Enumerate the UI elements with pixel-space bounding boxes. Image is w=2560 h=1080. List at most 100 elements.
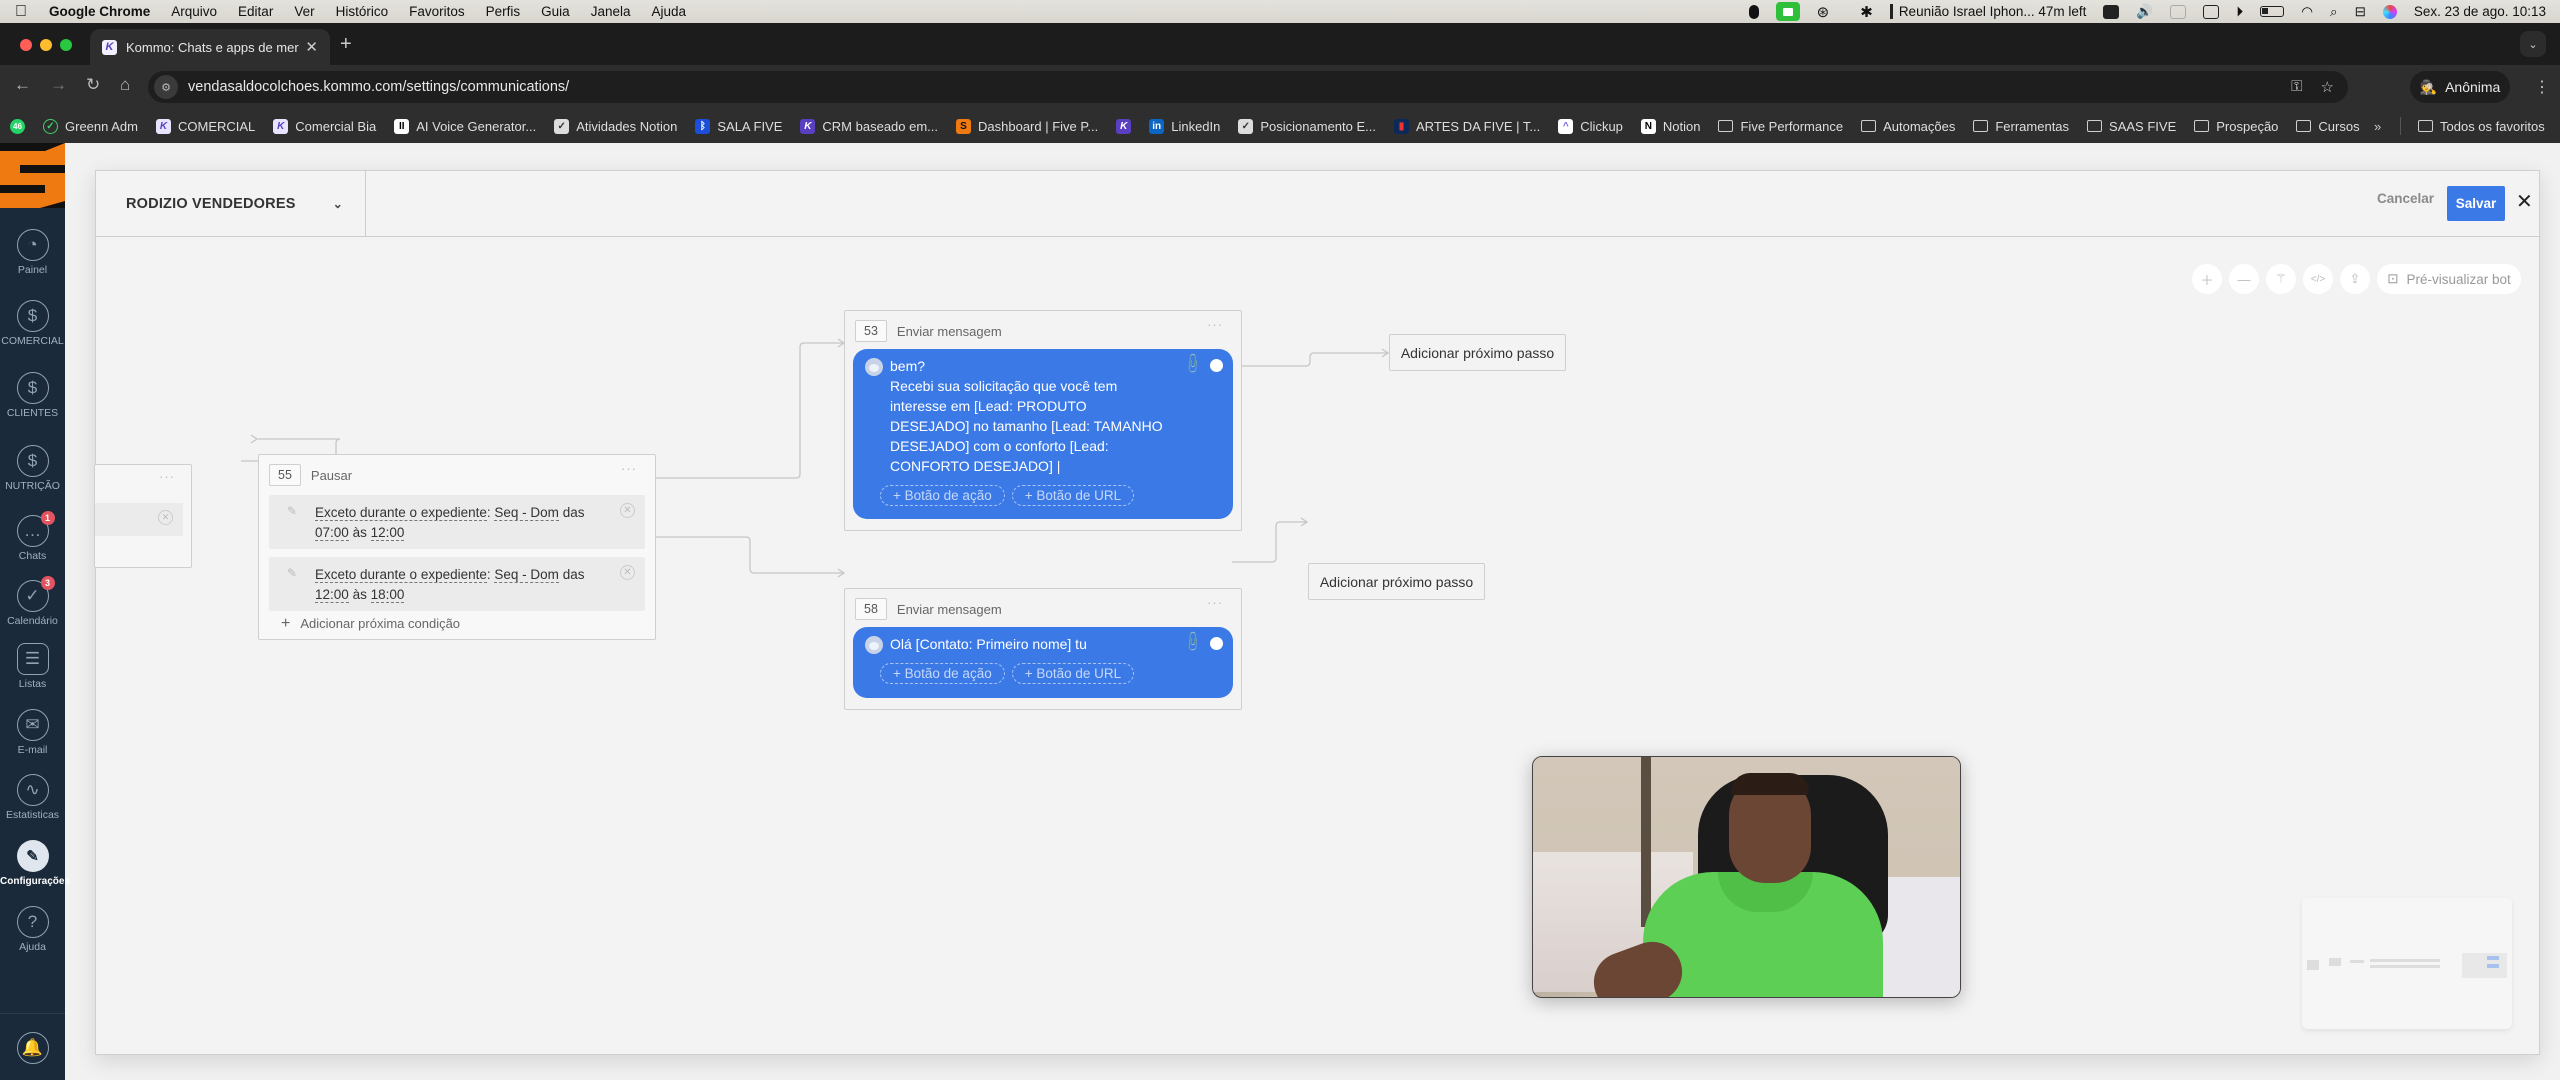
bookmark-atividades-notion[interactable]: ✓ Atividades Notion — [554, 118, 677, 134]
drive-icon[interactable] — [2103, 4, 2120, 19]
sidebar-item-email[interactable]: ✉ E-mail — [0, 709, 65, 756]
browser-tab-kommo[interactable]: K Kommo: Chats e apps de mer ✕ — [90, 29, 330, 65]
back-arrow-icon[interactable]: ← — [14, 75, 31, 95]
remove-condition-icon[interactable]: ✕ — [620, 565, 635, 580]
address-bar[interactable]: ⚙ vendasaldocolchoes.kommo.com/settings/… — [148, 71, 2348, 103]
bookmark-folder-automacoes[interactable]: Automações — [1861, 119, 1955, 134]
add-action-button[interactable]: + Botão de ação — [880, 663, 1005, 684]
bookmark-ai-voice[interactable]: II AI Voice Generator... — [394, 118, 536, 134]
incognito-profile-button[interactable]: 🕵 Anônima — [2410, 71, 2510, 103]
condition-from-time[interactable]: 12:00 — [315, 587, 349, 603]
menu-historico[interactable]: Histórico — [336, 4, 389, 19]
sidebar-item-ajuda[interactable]: ? Ajuda — [0, 906, 65, 953]
battery-icon[interactable] — [2260, 6, 2285, 17]
siri-icon[interactable] — [2382, 4, 2397, 19]
condition-days[interactable]: Seq - Dom — [494, 567, 559, 583]
company-logo[interactable] — [0, 143, 65, 208]
node-menu-icon[interactable]: ··· — [1207, 595, 1223, 610]
output-port[interactable] — [1210, 637, 1223, 650]
menu-perfis[interactable]: Perfis — [486, 4, 521, 19]
condition-days[interactable]: Seq - Dom — [494, 505, 559, 521]
remove-condition-icon[interactable]: ✕ — [620, 503, 635, 518]
sidebar-item-estatisticas[interactable]: ∿ Estatisticas — [0, 774, 65, 821]
bookmark-greenn-adm[interactable]: ✓ Greenn Adm — [43, 118, 138, 134]
tab-close-icon[interactable]: ✕ — [305, 38, 318, 56]
export-button[interactable]: ⇪ — [2340, 264, 2370, 294]
zoom-in-button[interactable]: ＋ — [2192, 264, 2222, 294]
message-text[interactable]: bem? Recebi sua solicitação que você tem… — [890, 356, 1163, 476]
remove-condition-icon[interactable]: ✕ — [158, 510, 173, 525]
sidebar-item-comercial[interactable]: $ COMERCIAL — [0, 300, 65, 347]
menu-ver[interactable]: Ver — [294, 4, 314, 19]
bookmark-artes-five[interactable]: ▮ ARTES DA FIVE | T... — [1394, 118, 1540, 134]
add-url-button[interactable]: + Botão de URL — [1011, 663, 1135, 684]
menu-ajuda[interactable]: Ajuda — [651, 4, 686, 19]
bookmark-comercial[interactable]: K COMERCIAL — [156, 118, 255, 134]
message-text[interactable]: Olá [Contato: Primeiro nome] tu — [890, 634, 1087, 654]
volume-icon[interactable]: 🔊 — [2136, 4, 2153, 20]
forward-arrow-icon[interactable]: → — [50, 75, 67, 95]
bookmark-folder-saas-five[interactable]: SAAS FIVE — [2087, 119, 2176, 134]
send-message-node-58[interactable]: 58 Enviar mensagem ··· Olá [Contato: Pri… — [844, 588, 1242, 710]
recording-icon[interactable] — [1748, 4, 1759, 19]
pencil-icon[interactable]: ✎ — [287, 504, 297, 518]
bookmark-all-favorites[interactable]: Todos os favoritos — [2418, 119, 2545, 134]
bookmark-whatsapp[interactable]: 46 — [10, 118, 25, 134]
webcam-video-overlay[interactable] — [1532, 756, 1961, 998]
wifi-icon[interactable]: ◠ — [2301, 4, 2313, 20]
sidebar-item-painel[interactable]: ◔ Painel — [0, 229, 65, 276]
code-button[interactable]: </> — [2303, 264, 2333, 294]
bookmark-linkedin[interactable]: in LinkedIn — [1149, 118, 1220, 134]
menu-arquivo[interactable]: Arquivo — [171, 4, 217, 19]
canvas-minimap[interactable] — [2302, 898, 2512, 1029]
add-next-step-button[interactable]: Adicionar próximo passo — [1389, 334, 1566, 371]
add-action-button[interactable]: + Botão de ação — [880, 485, 1005, 506]
notifications-bell[interactable]: 🔔 — [0, 1013, 65, 1067]
message-bubble[interactable]: Olá [Contato: Primeiro nome] tu 📎 + Botã… — [853, 627, 1233, 698]
window-close-button[interactable] — [20, 39, 32, 51]
partial-flow-node[interactable]: ··· ✕ — [94, 464, 192, 568]
save-button[interactable]: Salvar — [2447, 186, 2505, 221]
pencil-icon[interactable]: ✎ — [287, 566, 297, 580]
bookmarks-overflow-button[interactable]: » — [2374, 119, 2381, 134]
magic-wand-button[interactable]: ⚚ — [2266, 264, 2296, 294]
output-port[interactable] — [1210, 359, 1223, 372]
menu-guia[interactable]: Guia — [541, 4, 570, 19]
control-center-icon[interactable]: ⊟ — [2355, 4, 2366, 20]
bookmark-folder-cursos[interactable]: Cursos — [2296, 119, 2360, 134]
site-info-icon[interactable]: ⚙ — [154, 75, 178, 99]
sidebar-item-chats[interactable]: … 1 Chats — [0, 511, 65, 562]
condition-from-time[interactable]: 07:00 — [315, 525, 349, 541]
sidebar-item-calendario[interactable]: ✓ 3 Calendário — [0, 576, 65, 627]
preview-bot-button[interactable]: ⊡ Pré-visualizar bot — [2377, 264, 2521, 294]
creative-cloud-icon[interactable]: ⊛ — [1817, 3, 1830, 21]
bookmark-folder-ferramentas[interactable]: Ferramentas — [1973, 119, 2069, 134]
url-text[interactable]: vendasaldocolchoes.kommo.com/settings/co… — [188, 79, 569, 95]
condition-to-time[interactable]: 18:00 — [370, 587, 405, 603]
node-menu-icon[interactable]: ··· — [1207, 317, 1223, 332]
bookmark-star-icon[interactable]: ☆ — [2321, 78, 2334, 96]
node-menu-icon[interactable]: ··· — [621, 461, 637, 476]
condition-to-time[interactable]: 12:00 — [370, 525, 405, 541]
extension-icon[interactable]: ✱ — [1860, 3, 1873, 21]
attachment-clip-icon[interactable]: 📎 — [1180, 629, 1205, 653]
clock-datetime[interactable]: Sex. 23 de ago. 10:13 — [2414, 4, 2546, 19]
cancel-button[interactable]: Cancelar — [2377, 191, 2434, 206]
bookmark-posicionamento[interactable]: ✓ Posicionamento E... — [1238, 118, 1376, 134]
facetime-camera-icon[interactable] — [1775, 2, 1800, 21]
sidebar-item-listas[interactable]: ☰ Listas — [0, 643, 65, 690]
bookmark-comercial-bia[interactable]: K Comercial Bia — [273, 118, 376, 134]
zoom-out-button[interactable]: — — [2229, 264, 2259, 294]
add-next-step-button[interactable]: Adicionar próximo passo — [1308, 563, 1485, 600]
menu-favoritos[interactable]: Favoritos — [409, 4, 465, 19]
window-minimize-button[interactable] — [40, 39, 52, 51]
minimap-viewport[interactable] — [2462, 953, 2507, 978]
tab-search-chevron-icon[interactable]: ⌄ — [2520, 31, 2546, 57]
meeting-status[interactable]: Reunião Israel Iphon... 47m left — [1889, 4, 2086, 20]
password-key-icon[interactable]: ⚿ — [2291, 78, 2302, 96]
reload-icon[interactable]: ↻ — [86, 75, 100, 95]
add-condition-button[interactable]: + Adicionar próxima condição — [281, 615, 460, 633]
pause-condition[interactable]: ✎ Exceto durante o expediente: Seq - Dom… — [269, 557, 645, 611]
menu-janela[interactable]: Janela — [591, 4, 631, 19]
message-bubble[interactable]: bem? Recebi sua solicitação que você tem… — [853, 349, 1233, 519]
